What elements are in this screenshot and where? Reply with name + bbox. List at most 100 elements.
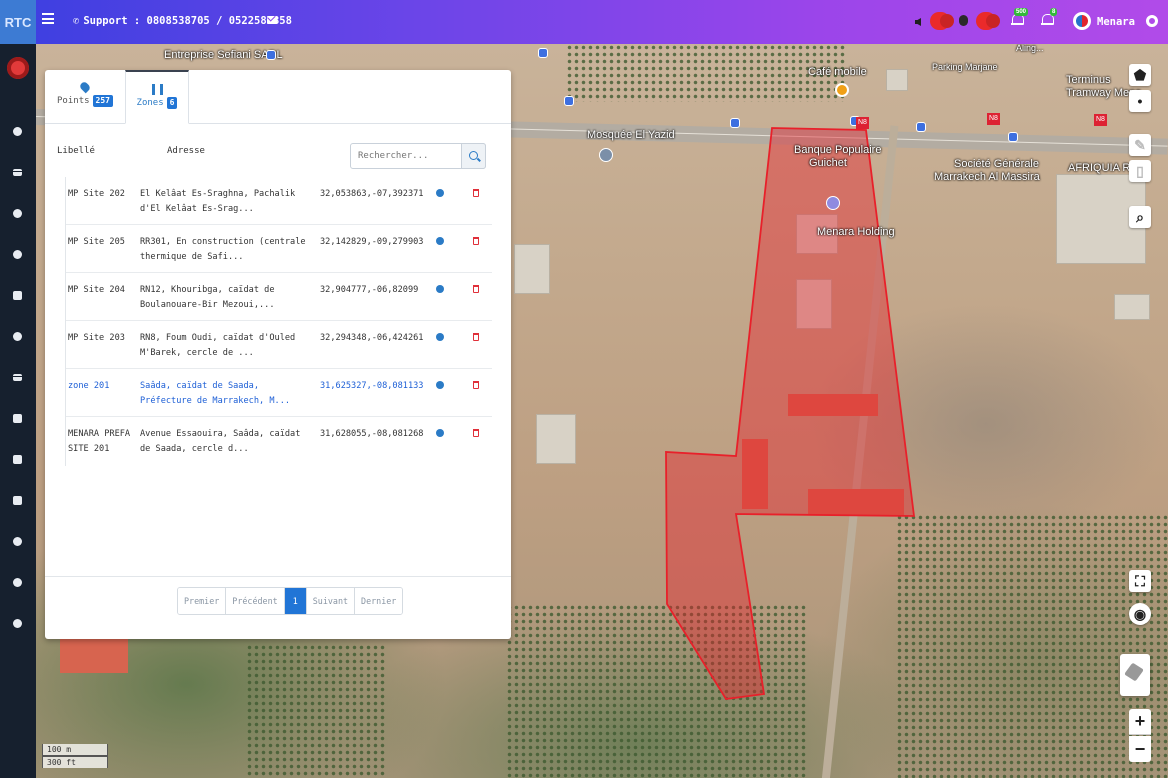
map-label: Entreprise Sefiani SARL: [164, 49, 283, 61]
alerts-count-badge: 500: [1014, 8, 1029, 16]
trash-icon[interactable]: [473, 333, 479, 341]
gauge-icon[interactable]: [12, 331, 23, 342]
settings-cogs-icon[interactable]: [1146, 15, 1158, 27]
poi-pin[interactable]: [538, 48, 548, 58]
car-icon[interactable]: [12, 413, 23, 424]
poi-pin[interactable]: [730, 118, 740, 128]
cafe-pin-icon[interactable]: [835, 83, 849, 97]
pagination-first[interactable]: Premier: [178, 588, 227, 614]
table-row-selected[interactable]: zone 201 Saâda, caïdat de Saada, Préfect…: [66, 369, 492, 417]
poi-pin[interactable]: [266, 50, 276, 60]
mosque-pin-icon[interactable]: [599, 148, 613, 162]
map-label: Mosquée El Yazid: [587, 129, 675, 141]
map-label: Café mobile: [808, 66, 867, 78]
column-header-libelle: Libellé: [57, 146, 95, 156]
trash-icon[interactable]: [473, 237, 479, 245]
side-logo-icon[interactable]: [7, 57, 29, 79]
layers-icon[interactable]: [1120, 654, 1150, 696]
events-count-badge: 8: [1050, 8, 1058, 16]
mail-icon[interactable]: [267, 16, 277, 24]
zones-panel: Points 257 Zones 6 Libellé Adresse MP Si…: [45, 70, 511, 639]
poi-pin[interactable]: [564, 96, 574, 106]
settings-gear-icon[interactable]: [436, 333, 444, 341]
zoom-out-button[interactable]: −: [1129, 736, 1151, 762]
zones-count-badge: 6: [166, 97, 178, 109]
speaker-icon[interactable]: [915, 0, 925, 44]
book-icon[interactable]: [12, 495, 23, 506]
user-avatar[interactable]: [1073, 12, 1091, 30]
table-row[interactable]: MENARA PREFA SITE 201 Avenue Essaouira, …: [66, 417, 492, 465]
sidebar: [0, 44, 36, 778]
map-icon: [151, 84, 163, 95]
zone-201-polygon[interactable]: [665, 127, 916, 700]
map-label: Guichet: [809, 157, 847, 169]
column-header-adresse: Adresse: [167, 146, 205, 156]
edit-layers-icon[interactable]: ✎: [1129, 134, 1151, 156]
road-shield: N8: [987, 113, 1000, 125]
bar-chart-icon[interactable]: [12, 454, 23, 465]
table-row[interactable]: MP Site 203 RN8, Foum Oudi, caïdat d'Oul…: [66, 321, 492, 369]
map-label: Marrakech Al Massira: [934, 171, 1040, 183]
map-label: Terminus: [1066, 74, 1111, 86]
dashboard-icon[interactable]: [12, 126, 23, 137]
map-label: Société Générale: [954, 158, 1039, 170]
map-scale: 100 m 300 ft: [42, 744, 108, 768]
trash-icon[interactable]: [473, 285, 479, 293]
brand-logo[interactable]: RTC: [0, 0, 36, 44]
trash-icon[interactable]: [473, 429, 479, 437]
user-icon[interactable]: [12, 577, 23, 588]
settings-gear-icon[interactable]: [436, 381, 444, 389]
zoom-in-button[interactable]: +: [1129, 709, 1151, 735]
poi-pin[interactable]: [916, 122, 926, 132]
support-phone: ✆ Support : 0808538705 / 0522583358: [73, 15, 292, 27]
road-shield: N8: [1094, 114, 1107, 126]
list-icon[interactable]: [12, 167, 23, 178]
settings-gear-icon[interactable]: [436, 429, 444, 437]
pagination-next[interactable]: Suivant: [306, 588, 356, 614]
settings-gear-icon[interactable]: [436, 189, 444, 197]
zones-table: MP Site 202 El Kelâat Es-Sraghna, Pachal…: [65, 177, 492, 466]
pie-chart-icon[interactable]: [12, 249, 23, 260]
pagination: Premier Précédent 1 Suivant Dernier: [177, 587, 404, 615]
search-button[interactable]: [461, 143, 486, 169]
trash-icon[interactable]: [473, 381, 479, 389]
poi-pin[interactable]: [1008, 132, 1018, 142]
holding-pin-icon[interactable]: [826, 196, 840, 210]
user-name[interactable]: Menara: [1097, 16, 1135, 28]
phone-icon: ✆: [73, 15, 80, 27]
table-row[interactable]: MP Site 202 El Kelâat Es-Sraghna, Pachal…: [66, 177, 492, 225]
fullscreen-icon[interactable]: ⛶: [1129, 570, 1151, 592]
settings-gear-icon[interactable]: [436, 285, 444, 293]
info-icon[interactable]: [12, 618, 23, 629]
divider: [45, 576, 511, 577]
visibility-toggle-icon[interactable]: ◉: [1129, 603, 1151, 625]
globe-map-icon[interactable]: [12, 208, 23, 219]
sound-toggle[interactable]: [928, 12, 956, 30]
draw-polygon-icon[interactable]: ⬟: [1129, 64, 1151, 86]
points-count-badge: 257: [92, 95, 113, 107]
table-icon[interactable]: [12, 372, 23, 383]
pagination-current[interactable]: 1: [284, 588, 307, 614]
road-shield: N8: [856, 117, 869, 129]
map-toggle[interactable]: [974, 12, 1002, 30]
tab-points[interactable]: Points 257: [45, 70, 125, 124]
map-search-icon[interactable]: ⌕: [1129, 206, 1151, 228]
map-icon[interactable]: [12, 290, 23, 301]
tab-zones[interactable]: Zones 6: [125, 70, 189, 124]
draw-marker-icon[interactable]: •: [1129, 90, 1151, 112]
bell-icon[interactable]: [12, 536, 23, 547]
settings-gear-icon[interactable]: [436, 237, 444, 245]
delete-layers-icon[interactable]: ▯: [1129, 160, 1151, 182]
globe-icon[interactable]: [959, 15, 968, 26]
events-bell-icon[interactable]: [1041, 14, 1054, 26]
pagination-last[interactable]: Dernier: [355, 588, 403, 614]
pagination-previous[interactable]: Précédent: [226, 588, 285, 614]
panel-tabs: Points 257 Zones 6: [45, 70, 511, 124]
trash-icon[interactable]: [473, 189, 479, 197]
map-marker-icon: [78, 80, 92, 94]
table-row[interactable]: MP Site 204 RN12, Khouribga, caïdat de B…: [66, 273, 492, 321]
menu-toggle-icon[interactable]: [42, 13, 54, 24]
table-row[interactable]: MP Site 205 RR301, En construction (cent…: [66, 225, 492, 273]
map-label: Aling...: [1016, 44, 1044, 53]
map-label: Banque Populaire: [794, 144, 882, 156]
